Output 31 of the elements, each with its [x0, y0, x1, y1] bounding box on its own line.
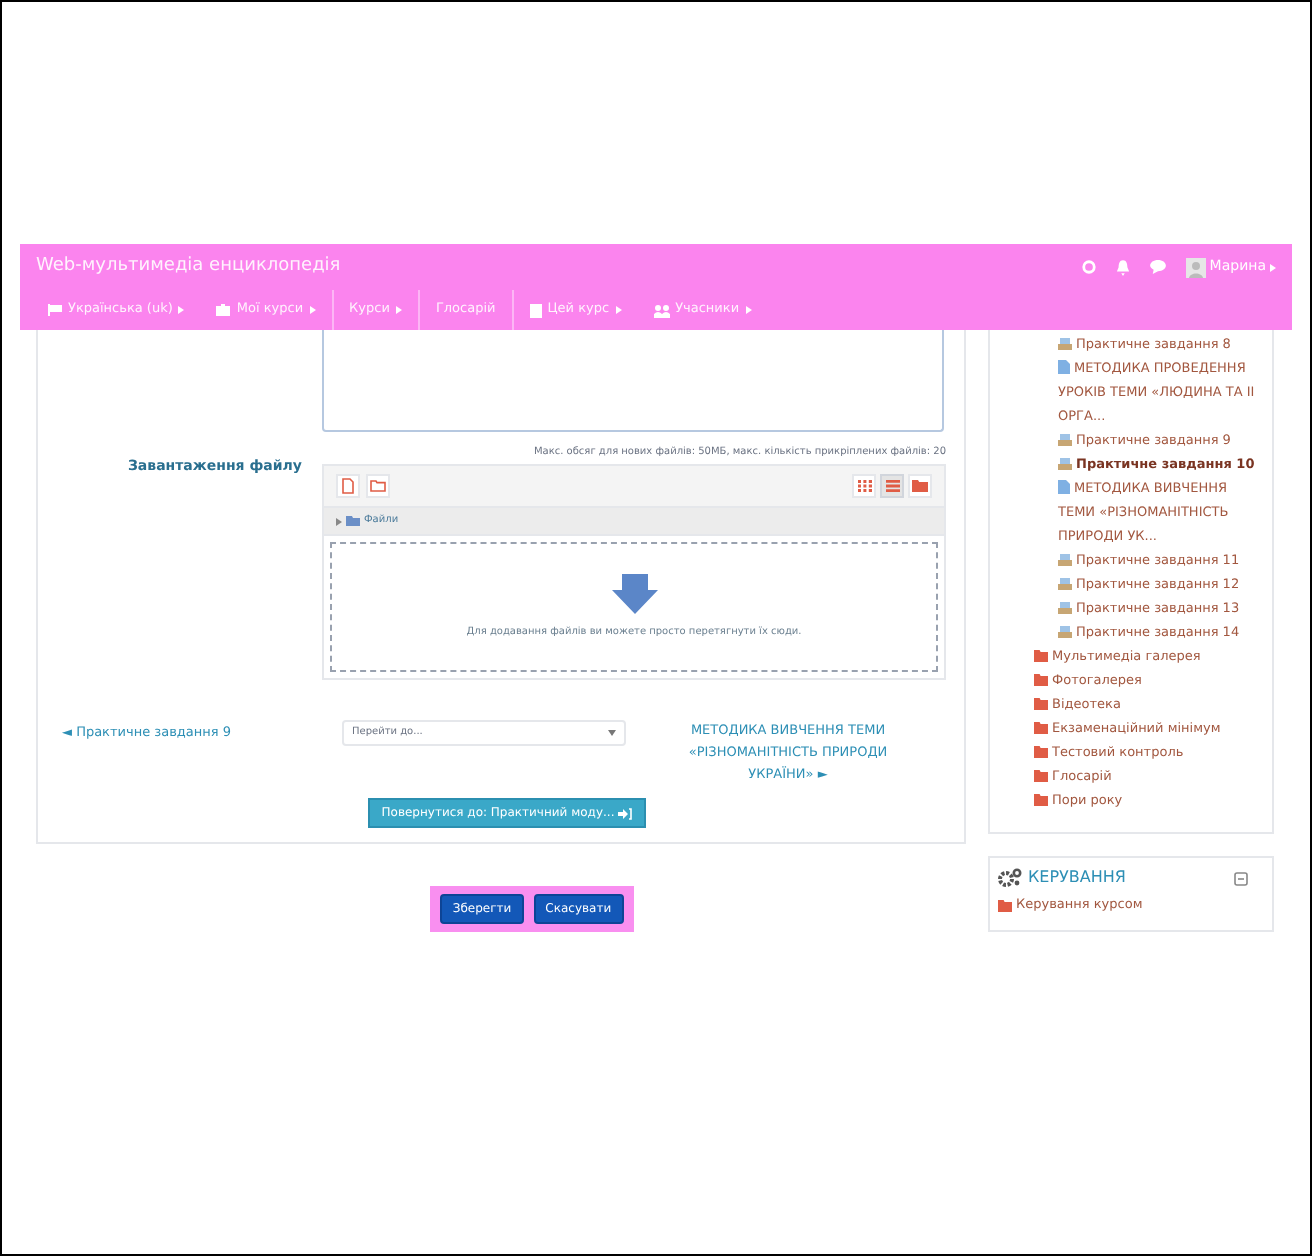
folder-icon: [370, 480, 386, 492]
flag-icon: [48, 304, 62, 316]
file-icon: [342, 478, 354, 494]
avatar-icon[interactable]: [1185, 257, 1206, 277]
users-icon: [653, 303, 670, 317]
caret-icon: [336, 517, 342, 525]
block-title: КЕРУВАННЯ: [1028, 866, 1126, 890]
page-icon: [1058, 360, 1070, 374]
down-arrow-icon: [611, 573, 657, 614]
view-toggle[interactable]: [852, 474, 876, 498]
assignment-icon: [1058, 336, 1072, 350]
chat-icon[interactable]: [1149, 260, 1166, 274]
folder-icon: [346, 516, 360, 526]
folder-icon: [912, 480, 928, 492]
grid-icon: [857, 480, 871, 492]
caret-icon: [608, 730, 616, 736]
sign-in-icon: [618, 807, 633, 819]
view-toggle[interactable]: [908, 474, 932, 498]
folder-icon: [998, 899, 1012, 912]
briefcase-icon: [216, 304, 231, 316]
collapse-icon[interactable]: [1234, 871, 1248, 885]
view-toggle[interactable]: [880, 474, 904, 498]
page-icon: [1058, 480, 1070, 494]
add-folder-button[interactable]: [366, 474, 390, 498]
settings-icon[interactable]: [1081, 260, 1096, 274]
bell-icon[interactable]: [1115, 259, 1130, 275]
text-area[interactable]: [322, 330, 944, 432]
gears-icon: [998, 868, 1022, 888]
list-icon: [885, 480, 899, 492]
add-file-button[interactable]: [336, 474, 360, 498]
caret-icon[interactable]: [1270, 263, 1276, 271]
